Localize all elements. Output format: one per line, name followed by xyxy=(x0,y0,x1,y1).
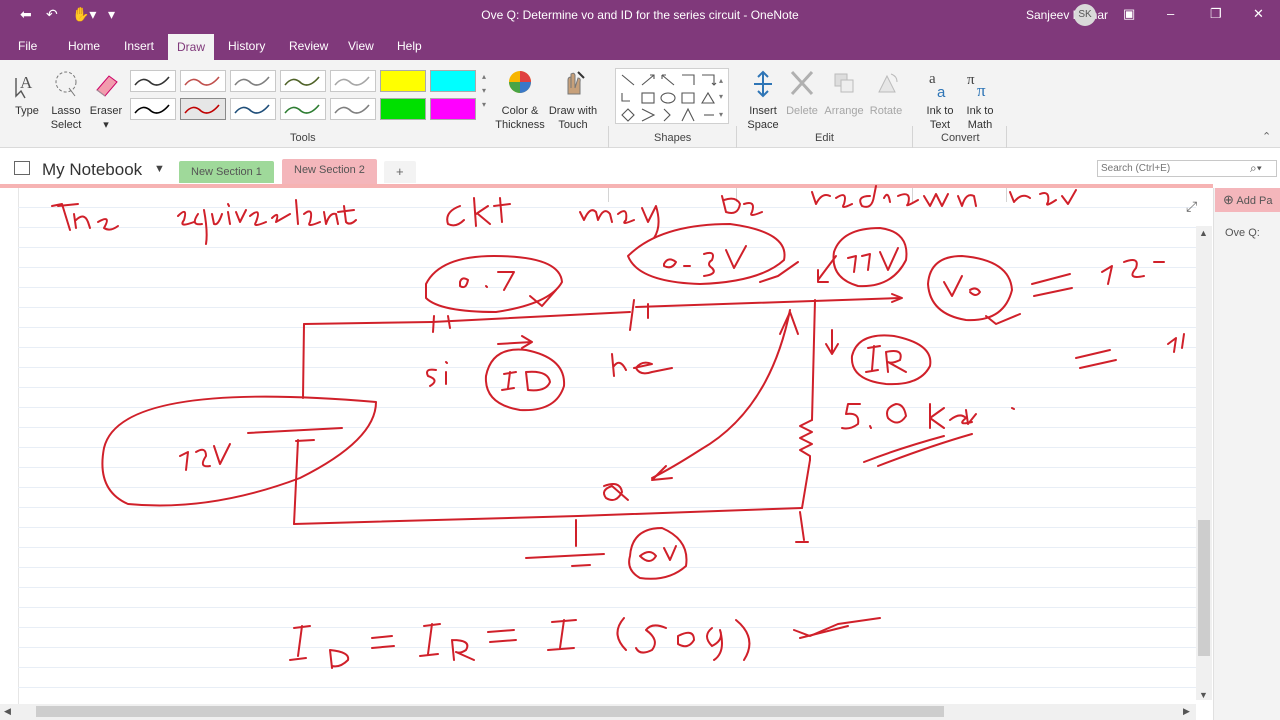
ink-equation xyxy=(289,625,350,669)
ink-equals xyxy=(487,629,517,643)
ink-ground xyxy=(795,511,809,543)
ink-battery-plate xyxy=(295,439,315,442)
ink-resistor xyxy=(799,419,813,461)
ink-equation xyxy=(547,619,577,651)
ink-diode-mark xyxy=(629,299,649,331)
page-list-pane xyxy=(1213,188,1280,720)
ink-equation xyxy=(616,617,751,661)
ink-tick xyxy=(793,617,881,637)
collapse-ribbon-icon[interactable]: ⌃ xyxy=(1262,130,1271,144)
ink-heading-stroke xyxy=(579,205,660,239)
ink-label-text xyxy=(459,271,515,291)
scroll-down-icon[interactable]: ▼ xyxy=(1199,690,1208,700)
ink-arrow xyxy=(817,255,837,283)
ink-label-text xyxy=(426,361,448,387)
ink-equation xyxy=(419,623,475,661)
horizontal-scroll-thumb[interactable] xyxy=(36,706,944,717)
ink-wire xyxy=(635,297,901,308)
ink-underline xyxy=(863,435,945,463)
ink-diode-mark xyxy=(432,315,451,333)
ink-label-text xyxy=(943,275,981,297)
ink-wire xyxy=(577,507,803,517)
ink-arrow xyxy=(497,335,533,349)
ink-wire xyxy=(303,321,433,325)
ink-resistor-label xyxy=(841,403,1015,430)
scroll-left-icon[interactable]: ◀ xyxy=(4,706,11,717)
ink-battery-label xyxy=(101,395,377,507)
ink-label-text xyxy=(663,245,747,277)
ink-label-oval xyxy=(484,348,566,412)
ink-drawing xyxy=(51,185,1185,669)
page-item[interactable]: Ove Q: xyxy=(1225,227,1260,239)
ink-equals xyxy=(371,635,395,649)
ink-battery-label xyxy=(179,443,231,471)
search-icon[interactable]: ⌕▾ xyxy=(1250,161,1262,176)
scroll-right-icon[interactable]: ▶ xyxy=(1183,706,1190,717)
ink-wire xyxy=(293,439,299,525)
ink-label-oval xyxy=(425,255,563,313)
add-page-icon: ⊕ xyxy=(1223,192,1234,207)
ink-label-text xyxy=(1101,259,1145,285)
ink-wire xyxy=(293,515,579,525)
ink-heading-stroke xyxy=(446,197,511,227)
ink-label-text xyxy=(865,345,907,373)
ink-heading-stroke xyxy=(811,185,1077,208)
ink-wire xyxy=(302,323,305,399)
ink-label-oval xyxy=(927,255,1013,322)
vertical-scroll-thumb[interactable] xyxy=(1198,520,1210,656)
ink-current-path xyxy=(651,309,791,479)
ink-label-text xyxy=(501,370,551,392)
ink-wire xyxy=(811,299,816,421)
add-page-button[interactable]: ⊕ Add Pa xyxy=(1215,188,1280,212)
ink-heading-stroke xyxy=(177,199,357,245)
ink-label-text xyxy=(847,247,899,273)
ink-underline xyxy=(877,433,973,467)
add-page-label: Add Pa xyxy=(1236,195,1273,207)
ink-heading-stroke xyxy=(51,203,119,231)
ink-wire xyxy=(801,459,811,509)
ink-ground xyxy=(525,519,605,567)
ink-equals xyxy=(1075,349,1117,369)
ink-arrow xyxy=(825,329,839,355)
ink-heading-stroke xyxy=(721,195,763,216)
ink-tick xyxy=(799,625,849,639)
ink-battery-plate xyxy=(247,427,343,434)
ink-equals xyxy=(1031,273,1073,297)
ink-label-oval xyxy=(850,334,932,386)
ink-arrow xyxy=(779,311,799,335)
ink-label-text xyxy=(611,353,673,377)
ink-ground-label xyxy=(628,527,688,580)
ink-wire xyxy=(431,311,631,323)
ink-label-text xyxy=(1167,333,1185,353)
close-button[interactable]: ✕ xyxy=(1253,6,1264,22)
restore-button[interactable]: ❐ xyxy=(1210,6,1222,22)
scroll-up-icon[interactable]: ▲ xyxy=(1199,228,1208,238)
ink-node-label xyxy=(603,483,629,501)
